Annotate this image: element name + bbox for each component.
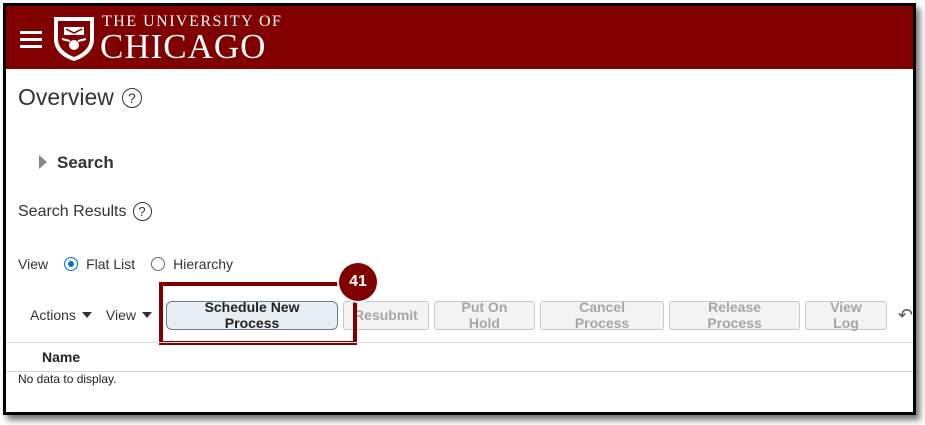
hierarchy-radio[interactable] [151, 257, 166, 271]
view-mode-selector: View Flat List Hierarchy [18, 256, 233, 272]
table-header-row: Name [6, 342, 913, 372]
search-results-label: Search Results [18, 203, 127, 220]
view-menu-label: View [105, 307, 137, 323]
search-label: Search [57, 153, 114, 172]
actions-menu[interactable]: Actions [30, 307, 92, 323]
view-log-button[interactable]: View Log [805, 299, 887, 331]
expand-triangle-icon [39, 155, 47, 169]
put-on-hold-button[interactable]: Put On Hold [433, 299, 536, 331]
actions-menu-label: Actions [30, 307, 76, 323]
hierarchy-option[interactable]: Hierarchy [151, 256, 233, 272]
university-name: CHICAGO [100, 27, 267, 66]
caret-down-icon [81, 312, 92, 318]
search-disclosure[interactable]: Search [39, 153, 114, 173]
hierarchy-label: Hierarchy [173, 256, 234, 272]
name-column-header[interactable]: Name [42, 349, 80, 365]
page-title-text: Overview [18, 84, 114, 110]
flat-list-option[interactable]: Flat List [64, 256, 135, 272]
flat-list-radio[interactable] [64, 257, 79, 271]
hamburger-menu-icon[interactable] [20, 31, 42, 49]
site-header: THE UNIVERSITY OF CHICAGO [6, 6, 913, 69]
cancel-process-button[interactable]: Cancel Process [540, 299, 665, 331]
view-menu[interactable]: View [105, 307, 153, 323]
page-title: Overview? [18, 84, 142, 111]
search-results-title: Search Results? [18, 202, 152, 221]
help-icon[interactable]: ? [132, 202, 152, 221]
release-process-button[interactable]: Release Process [669, 299, 801, 331]
empty-table-message: No data to display. [18, 372, 117, 386]
app-window: THE UNIVERSITY OF CHICAGO Overview? Sear… [3, 3, 916, 415]
caret-down-icon [142, 312, 153, 318]
callout-highlight-box [159, 282, 357, 345]
flat-list-label: Flat List [86, 256, 136, 272]
refresh-icon[interactable]: ↶ [898, 305, 913, 326]
university-crest-icon [54, 17, 94, 61]
help-icon[interactable]: ? [121, 88, 142, 108]
step-number-badge: 41 [339, 263, 377, 301]
view-mode-label: View [18, 256, 49, 272]
